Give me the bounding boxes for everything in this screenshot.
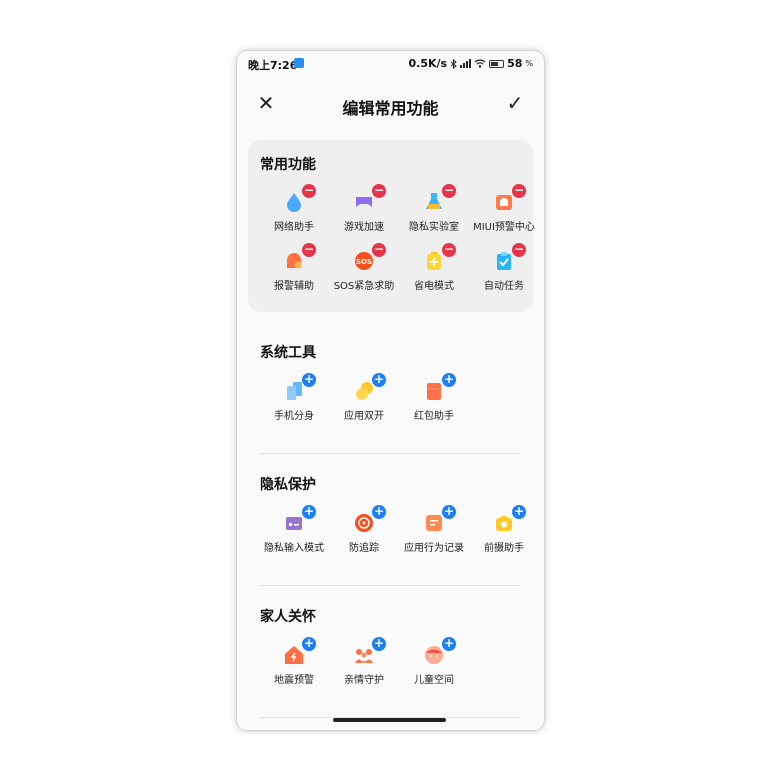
remove-badge[interactable]: − <box>442 184 456 198</box>
common-item-privacy-lab[interactable]: − 隐私实验室 <box>398 184 470 242</box>
common-item-auto-task[interactable]: − 自动任务 <box>468 243 540 301</box>
privacy-item-app-behavior[interactable]: + 应用行为记录 <box>398 505 470 563</box>
phone-clone-icon <box>287 382 302 400</box>
red-packet-icon <box>427 383 441 400</box>
add-badge[interactable]: + <box>302 505 316 519</box>
item-label: 前摄助手 <box>484 543 524 554</box>
item-label: 红包助手 <box>414 411 454 422</box>
dual-apps-icon <box>356 382 373 400</box>
water-drop-icon <box>287 193 301 212</box>
wifi-icon <box>474 59 486 68</box>
remove-badge[interactable]: − <box>512 243 526 257</box>
add-badge[interactable]: + <box>372 373 386 387</box>
divider <box>260 453 521 454</box>
family-item-earthquake[interactable]: + 地震预警 <box>258 637 330 695</box>
battery-icon <box>489 59 505 68</box>
gamepad-icon <box>356 197 372 207</box>
network-speed: 0.5K/s <box>408 57 448 70</box>
section-title-privacy: 隐私保护 <box>260 477 316 493</box>
remove-badge[interactable]: − <box>512 184 526 198</box>
battery-unit: % <box>525 59 533 68</box>
add-badge[interactable]: + <box>442 637 456 651</box>
target-icon <box>355 514 373 532</box>
common-item-game[interactable]: − 游戏加速 <box>328 184 400 242</box>
family-icon <box>355 649 373 663</box>
section-title-system-tools: 系统工具 <box>260 345 316 361</box>
status-bar: 晚上7:26 0.5K/s 58% <box>237 51 544 75</box>
item-label: 儿童空间 <box>414 675 454 686</box>
common-item-miui-alert[interactable]: − MIUI预警中心 <box>468 184 540 242</box>
family-item-family-guard[interactable]: + 亲情守护 <box>328 637 400 695</box>
add-badge[interactable]: + <box>442 505 456 519</box>
signal-icon <box>460 59 472 68</box>
common-item-sos[interactable]: SOS − SOS紧急求助 <box>328 243 400 301</box>
common-item-alarm-assist[interactable]: − 报警辅助 <box>258 243 330 301</box>
remove-badge[interactable]: − <box>302 184 316 198</box>
section-title-family: 家人关怀 <box>260 609 316 625</box>
add-badge[interactable]: + <box>442 373 456 387</box>
alarm-icon <box>496 195 512 210</box>
add-badge[interactable]: + <box>372 505 386 519</box>
camera-icon <box>496 516 512 531</box>
system-item-dual-apps[interactable]: + 应用双开 <box>328 373 400 431</box>
divider <box>260 585 521 586</box>
add-badge[interactable]: + <box>302 637 316 651</box>
battery-level: 58 <box>507 57 523 70</box>
item-label: MIUI预警中心 <box>473 222 535 233</box>
flask-icon <box>426 193 442 209</box>
system-item-phone-clone[interactable]: + 手机分身 <box>258 373 330 431</box>
svg-text:SOS: SOS <box>356 258 372 266</box>
add-badge[interactable]: + <box>372 637 386 651</box>
sos-icon: SOS <box>355 252 373 270</box>
phone-screen: 晚上7:26 0.5K/s 58% ✕ 编辑常用功能 ✓ 常用功能 − 网络助手… <box>237 51 544 730</box>
privacy-item-private-input[interactable]: + 隐私输入模式 <box>258 505 330 563</box>
remove-badge[interactable]: − <box>372 243 386 257</box>
task-icon <box>497 252 511 270</box>
kid-icon <box>425 646 443 664</box>
common-functions-card: 常用功能 − 网络助手 − 游戏加速 − 隐私实验室 − MIUI预警中心 − … <box>248 140 535 312</box>
system-item-red-packet[interactable]: + 红包助手 <box>398 373 470 431</box>
status-time: 晚上7:26 <box>248 59 298 72</box>
siren-icon <box>287 253 302 269</box>
privacy-item-anti-tracking[interactable]: + 防追踪 <box>328 505 400 563</box>
section-title-common: 常用功能 <box>260 157 316 173</box>
bluetooth-icon <box>450 58 457 69</box>
item-label: 自动任务 <box>484 281 524 292</box>
page-title: 编辑常用功能 <box>342 99 439 118</box>
keyboard-icon <box>286 517 302 530</box>
remove-badge[interactable]: − <box>302 243 316 257</box>
record-icon <box>426 515 442 531</box>
add-badge[interactable]: + <box>302 373 316 387</box>
remove-badge[interactable]: − <box>372 184 386 198</box>
header: ✕ 编辑常用功能 ✓ <box>237 87 544 121</box>
remove-badge[interactable]: − <box>442 243 456 257</box>
notification-icon <box>294 58 304 68</box>
privacy-item-front-camera[interactable]: + 前摄助手 <box>468 505 540 563</box>
confirm-icon[interactable]: ✓ <box>505 93 525 113</box>
battery-saver-icon <box>427 252 441 270</box>
home-indicator[interactable] <box>333 718 446 722</box>
status-right: 0.5K/s 58% <box>409 57 534 70</box>
family-item-kid-space[interactable]: + 儿童空间 <box>398 637 470 695</box>
earthquake-icon <box>285 646 303 664</box>
add-badge[interactable]: + <box>512 505 526 519</box>
common-item-network[interactable]: − 网络助手 <box>258 184 330 242</box>
common-item-power-saving[interactable]: − 省电模式 <box>398 243 470 301</box>
